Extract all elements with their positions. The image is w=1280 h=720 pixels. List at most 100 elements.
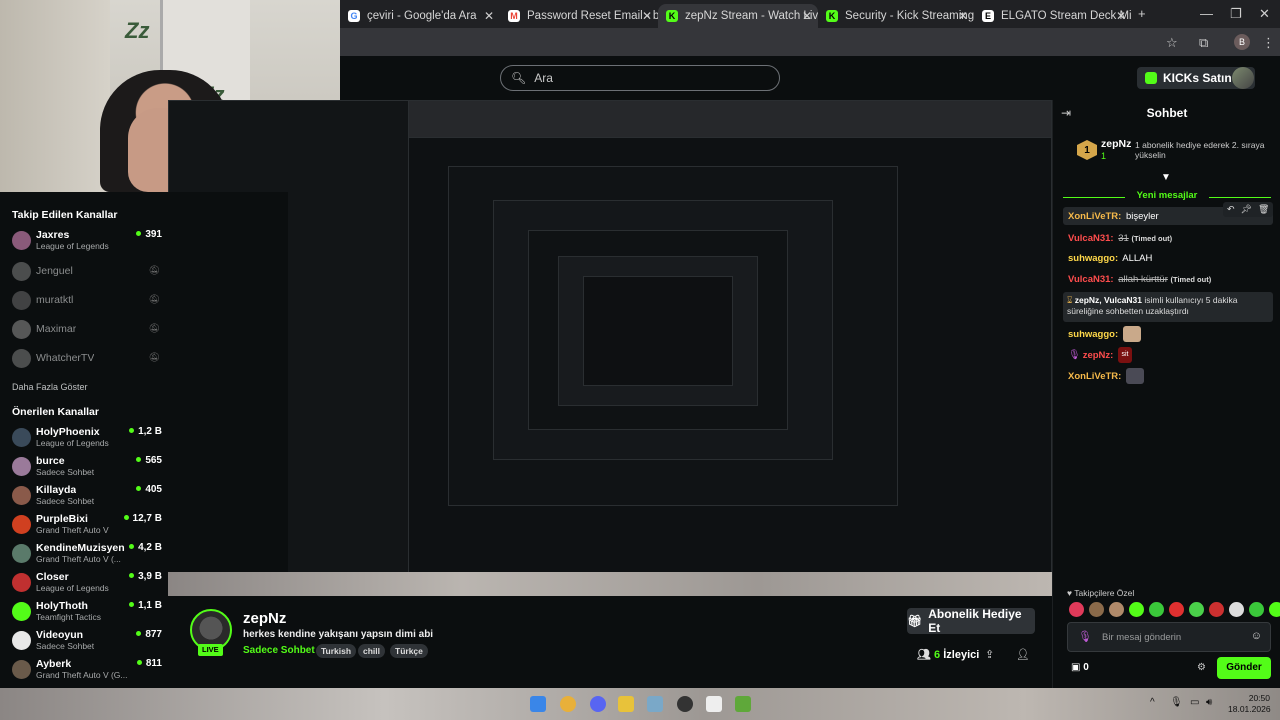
recommended-channel[interactable]: KendineMuzisyen Grand Theft Auto V (... … bbox=[12, 542, 162, 568]
chat-username[interactable]: suhwaggo: bbox=[1068, 329, 1118, 340]
close-icon[interactable]: ✕ bbox=[1116, 9, 1126, 23]
video-player[interactable] bbox=[168, 100, 1052, 596]
pin-icon[interactable]: 📌︎ bbox=[1241, 204, 1252, 215]
chat-text: ALLAH bbox=[1122, 253, 1153, 264]
send-button[interactable]: Gönder bbox=[1217, 657, 1271, 679]
discord-icon[interactable] bbox=[590, 696, 606, 712]
recommended-channel[interactable]: Ayberk Grand Theft Auto V (G... 811 bbox=[12, 658, 162, 684]
chat-message[interactable]: VulcaN31: allah kürttür (Timed out) bbox=[1068, 274, 1211, 285]
tab-gmail[interactable]: M Password Reset Email - bilal20( ✕ bbox=[500, 4, 658, 28]
app-icon[interactable] bbox=[706, 696, 722, 712]
chat-username[interactable]: VulcaN31: bbox=[1068, 274, 1114, 285]
user-avatar[interactable] bbox=[1232, 67, 1254, 89]
share-icon[interactable]: ⇪ bbox=[985, 648, 994, 661]
viewer-number: 6 bbox=[934, 649, 941, 661]
tray-chevron-icon[interactable]: ^ bbox=[1150, 697, 1155, 708]
chat-username[interactable]: XonLiVeTR: bbox=[1068, 211, 1121, 222]
mic-tray-icon[interactable]: 🎙︎ bbox=[1170, 697, 1183, 708]
network-icon[interactable]: ▭ bbox=[1190, 697, 1199, 708]
menu-kebab-icon[interactable]: ⋮ bbox=[1262, 35, 1275, 51]
chat-message-input[interactable]: 🎙︎ Bir mesaj gönderin ☺ bbox=[1067, 622, 1271, 652]
followed-channel[interactable]: muratktl 🔕︎ bbox=[12, 289, 162, 315]
streamer-name[interactable]: zepNz bbox=[243, 610, 286, 627]
recommended-channel[interactable]: HolyThoth Teamfight Tactics 1,1 B bbox=[12, 600, 162, 626]
chat-message[interactable]: XonLiVeTR: bişeyler bbox=[1068, 211, 1159, 222]
tag-turkish[interactable]: Turkish bbox=[316, 644, 357, 658]
windows-start-icon[interactable] bbox=[530, 696, 546, 712]
chat-username[interactable]: VulcaN31: bbox=[1068, 233, 1114, 244]
follow-user-icon[interactable]: 👤︎ bbox=[1016, 648, 1030, 661]
tab-google[interactable]: G çeviri - Google'da Ara ✕ bbox=[340, 4, 500, 28]
emote-icon[interactable] bbox=[1229, 602, 1244, 617]
recommended-channel[interactable]: PurpleBixi Grand Theft Auto V 12,7 B bbox=[12, 513, 162, 539]
close-window-icon[interactable]: ✕ bbox=[1259, 6, 1270, 22]
emote-icon[interactable] bbox=[1169, 602, 1184, 617]
emote-icon[interactable] bbox=[1269, 602, 1280, 617]
restore-icon[interactable]: ❐ bbox=[1230, 6, 1242, 22]
emote-icon[interactable] bbox=[1189, 602, 1204, 617]
tag-chill[interactable]: chill bbox=[358, 644, 386, 658]
obs-icon[interactable] bbox=[677, 696, 693, 712]
chat-message[interactable]: XonLiVeTR: bbox=[1068, 368, 1144, 384]
chat-message[interactable]: suhwaggo: bbox=[1068, 326, 1141, 342]
minimize-icon[interactable]: — bbox=[1200, 6, 1213, 21]
file-explorer-icon[interactable] bbox=[618, 696, 634, 712]
tag-turkce[interactable]: Türkçe bbox=[390, 644, 428, 658]
clock[interactable]: 20:50 18.01.2026 bbox=[1228, 693, 1271, 715]
chat-username[interactable]: suhwaggo: bbox=[1068, 253, 1118, 264]
chat-username[interactable]: XonLiVeTR: bbox=[1068, 371, 1121, 382]
close-icon[interactable]: ✕ bbox=[958, 9, 968, 23]
avatar bbox=[12, 349, 31, 368]
chat-username[interactable]: zepNz: bbox=[1083, 350, 1114, 361]
emote-icon[interactable] bbox=[1109, 602, 1124, 617]
gift-subscription-button[interactable]: 🎁︎ Abonelik Hediye Et bbox=[907, 607, 1035, 635]
close-icon[interactable]: ✕ bbox=[484, 9, 494, 23]
channel-category: Sadece Sohbet bbox=[36, 496, 95, 506]
pinned-user[interactable]: zepNz bbox=[1101, 138, 1131, 150]
extensions-icon[interactable]: ⧉ bbox=[1199, 35, 1208, 51]
followed-channel[interactable]: Maximar 🔕︎ bbox=[12, 318, 162, 344]
chevron-down-icon[interactable]: ▼ bbox=[1161, 172, 1171, 183]
recommended-channel[interactable]: Killayda Sadece Sohbet 405 bbox=[12, 484, 162, 510]
recommended-channel[interactable]: Videoyun Sadece Sohbet 877 bbox=[12, 629, 162, 655]
delete-icon[interactable]: 🗑︎ bbox=[1258, 204, 1269, 215]
recommended-channel[interactable]: Closer League of Legends 3,9 B bbox=[12, 571, 162, 597]
tab-kick-security[interactable]: K Security - Kick Streaming ✕ bbox=[818, 4, 974, 28]
stream-category[interactable]: Sadece Sohbet bbox=[243, 645, 315, 656]
followed-channel[interactable]: Jenguel 🔕︎ bbox=[12, 260, 162, 286]
emoji-icon[interactable]: ☺ bbox=[1251, 630, 1262, 642]
avatar bbox=[12, 544, 31, 563]
recommended-channel[interactable]: burce Sadece Sohbet 565 bbox=[12, 455, 162, 481]
reply-icon[interactable]: ↶ bbox=[1227, 204, 1235, 215]
volume-icon[interactable]: 🔊︎ bbox=[1206, 697, 1212, 708]
tab-elgato[interactable]: E ELGATO Stream Deck Mini Yayı ✕ bbox=[974, 4, 1132, 28]
chat-panel: ⇥ Sohbet 1 zepNz 1 1 abonelik hediye ede… bbox=[1052, 100, 1280, 688]
minecraft-icon[interactable] bbox=[735, 696, 751, 712]
chat-message[interactable]: VulcaN31: 31 (Timed out) bbox=[1068, 233, 1172, 244]
emote-icon[interactable] bbox=[1069, 602, 1084, 617]
chat-message[interactable]: 🎙︎ zepNz: sit bbox=[1068, 347, 1132, 363]
emote-icon[interactable] bbox=[1209, 602, 1224, 617]
profile-avatar[interactable]: B bbox=[1234, 34, 1250, 50]
timeout-label: (Timed out) bbox=[1170, 275, 1212, 284]
close-icon[interactable]: ✕ bbox=[642, 9, 652, 23]
emote-icon[interactable] bbox=[1249, 602, 1264, 617]
tab-kick-stream[interactable]: K zepNz Stream - Watch Live on K ✕ bbox=[658, 4, 818, 28]
followed-channel[interactable]: Jaxres League of Legends 391 bbox=[12, 229, 162, 255]
emote-icon[interactable] bbox=[1129, 602, 1144, 617]
app-icon[interactable] bbox=[647, 696, 663, 712]
close-icon[interactable]: ✕ bbox=[802, 9, 812, 23]
new-tab-button[interactable]: + bbox=[1138, 6, 1146, 21]
bookmark-star-icon[interactable]: ☆ bbox=[1166, 35, 1178, 51]
gear-icon[interactable]: ⚙ bbox=[1197, 662, 1206, 673]
chat-message[interactable]: suhwaggo: ALLAH bbox=[1068, 253, 1152, 264]
emote-icon[interactable] bbox=[1089, 602, 1104, 617]
cat-emote-icon bbox=[1122, 326, 1141, 342]
recommended-channel[interactable]: HolyPhoenix League of Legends 1,2 B bbox=[12, 426, 162, 452]
channel-points[interactable]: ▣ 0 bbox=[1071, 662, 1089, 673]
show-more-link[interactable]: Daha Fazla Göster bbox=[12, 382, 88, 392]
chrome-icon[interactable] bbox=[560, 696, 576, 712]
followed-channel[interactable]: WhatcherTV 🔕︎ bbox=[12, 347, 162, 373]
emote-icon[interactable] bbox=[1149, 602, 1164, 617]
search-input[interactable]: 🔍︎ Ara bbox=[500, 65, 780, 91]
